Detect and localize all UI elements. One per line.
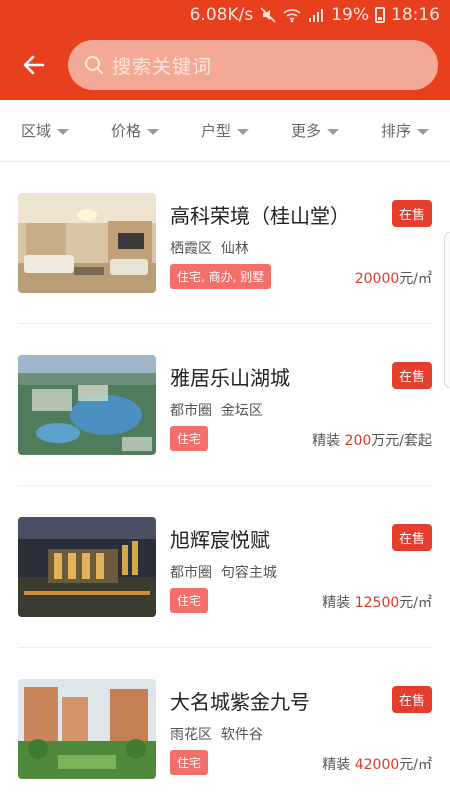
caret-down-icon bbox=[417, 128, 429, 135]
network-speed: 6.08K/s bbox=[189, 5, 254, 25]
caret-down-icon bbox=[57, 128, 69, 135]
listing-district: 栖霞区 bbox=[170, 241, 212, 257]
listing-district: 雨花区 bbox=[170, 727, 212, 743]
listing-photo-aerial-lake bbox=[18, 355, 156, 455]
status-badge: 在售 bbox=[391, 200, 432, 227]
price-value: 20000 bbox=[354, 271, 400, 287]
signal-icon bbox=[307, 6, 325, 24]
status-badge: 在售 bbox=[391, 524, 432, 551]
listing-district: 都市圈 bbox=[170, 403, 212, 419]
property-type-tag: 住宅 bbox=[170, 750, 209, 775]
listing-area: 仙林 bbox=[220, 241, 249, 257]
property-type-tag: 住宅 bbox=[170, 426, 209, 451]
filter-more[interactable]: 更多 bbox=[270, 120, 360, 141]
status-badge: 在售 bbox=[391, 686, 432, 713]
listing-photo-towers-garden bbox=[18, 679, 156, 779]
battery-percent: 19% bbox=[331, 5, 369, 25]
listing-location: 雨花区 软件谷 bbox=[170, 724, 263, 744]
back-button[interactable] bbox=[0, 30, 68, 100]
listing-title: 大名城紫金九号 bbox=[170, 690, 310, 714]
search-placeholder: 搜索关键词 bbox=[112, 55, 213, 78]
listing-title: 高科荣境（桂山堂） bbox=[170, 204, 350, 228]
listing-list: 高科荣境（桂山堂） 在售 栖霞区 仙林 住宅, 商办, 别墅 20000元/㎡ … bbox=[0, 162, 450, 800]
filter-layout[interactable]: 户型 bbox=[180, 120, 270, 141]
listing-district: 都市圈 bbox=[170, 565, 212, 581]
listing-price: 精装 200万元/套起 bbox=[312, 430, 432, 450]
mute-icon bbox=[259, 6, 277, 24]
filter-label: 价格 bbox=[110, 122, 141, 140]
price-unit: 元/㎡ bbox=[399, 757, 432, 773]
caret-down-icon bbox=[147, 128, 159, 135]
property-type-tag: 住宅, 商办, 别墅 bbox=[170, 264, 272, 289]
filter-price[interactable]: 价格 bbox=[90, 120, 180, 141]
listing-title: 雅居乐山湖城 bbox=[170, 366, 290, 390]
filter-bar: 区域 价格 户型 更多 排序 bbox=[0, 100, 450, 162]
status-bar: 6.08K/s 19% 18:16 bbox=[0, 0, 450, 30]
price-unit: 万元/套起 bbox=[371, 433, 432, 449]
listing-item[interactable]: 雅居乐山湖城 在售 都市圈 金坛区 住宅 精装 200万元/套起 bbox=[18, 324, 432, 486]
wifi-icon bbox=[283, 6, 301, 24]
search-icon bbox=[85, 56, 103, 74]
listing-photo-living-room bbox=[18, 193, 156, 293]
filter-label: 排序 bbox=[380, 122, 411, 140]
listing-price: 精装 12500元/㎡ bbox=[322, 592, 432, 612]
listing-price: 20000元/㎡ bbox=[355, 268, 432, 288]
listing-location: 都市圈 金坛区 bbox=[170, 400, 263, 420]
price-unit: 元/㎡ bbox=[399, 271, 432, 287]
listing-area: 软件谷 bbox=[220, 727, 263, 743]
listing-location: 都市圈 句容主城 bbox=[170, 562, 277, 582]
property-type-tag: 住宅 bbox=[170, 588, 209, 613]
listing-title: 旭辉宸悦赋 bbox=[170, 528, 270, 552]
caret-down-icon bbox=[237, 128, 249, 135]
filter-label: 区域 bbox=[20, 122, 51, 140]
filter-label: 更多 bbox=[290, 122, 321, 140]
listing-item[interactable]: 旭辉宸悦赋 在售 都市圈 句容主城 住宅 精装 12500元/㎡ bbox=[18, 486, 432, 648]
listing-area: 金坛区 bbox=[220, 403, 263, 419]
price-prefix: 精装 bbox=[322, 757, 351, 773]
price-value: 200 bbox=[344, 433, 372, 449]
listing-item[interactable]: 高科荣境（桂山堂） 在售 栖霞区 仙林 住宅, 商办, 别墅 20000元/㎡ bbox=[18, 162, 432, 324]
header-bar: 搜索关键词 bbox=[0, 30, 450, 100]
listing-location: 栖霞区 仙林 bbox=[170, 238, 249, 258]
side-drawer-handle[interactable] bbox=[444, 232, 450, 388]
price-unit: 元/㎡ bbox=[399, 595, 432, 611]
listing-price: 精装 42000元/㎡ bbox=[322, 754, 432, 774]
listing-item[interactable]: 大名城紫金九号 在售 雨花区 软件谷 住宅 精装 42000元/㎡ bbox=[18, 648, 432, 800]
price-value: 42000 bbox=[354, 757, 400, 773]
filter-sort[interactable]: 排序 bbox=[360, 120, 450, 141]
price-value: 12500 bbox=[354, 595, 400, 611]
listing-photo-night-aerial bbox=[18, 517, 156, 617]
battery-icon bbox=[375, 7, 385, 23]
caret-down-icon bbox=[327, 128, 339, 135]
back-arrow-icon bbox=[23, 55, 45, 75]
clock: 18:16 bbox=[391, 5, 440, 25]
price-prefix: 精装 bbox=[322, 595, 351, 611]
search-input[interactable]: 搜索关键词 bbox=[68, 40, 438, 90]
price-prefix: 精装 bbox=[312, 433, 341, 449]
status-badge: 在售 bbox=[391, 362, 432, 389]
listing-area: 句容主城 bbox=[220, 565, 277, 581]
filter-label: 户型 bbox=[200, 122, 231, 140]
filter-region[interactable]: 区域 bbox=[0, 120, 90, 141]
